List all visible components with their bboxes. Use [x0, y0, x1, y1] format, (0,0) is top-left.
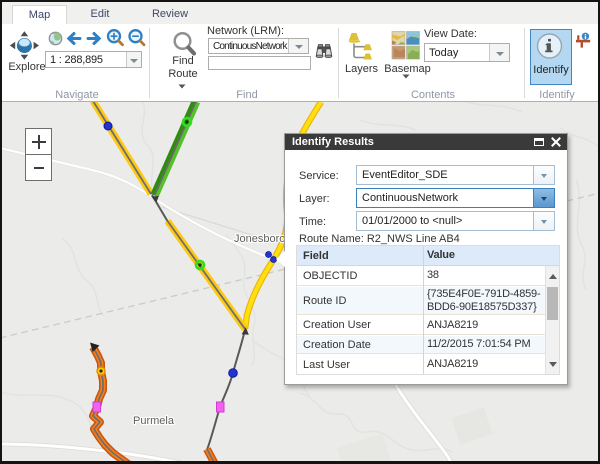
svg-text:Purmela: Purmela	[133, 415, 175, 427]
svg-text:Jonesboro: Jonesboro	[234, 233, 285, 245]
